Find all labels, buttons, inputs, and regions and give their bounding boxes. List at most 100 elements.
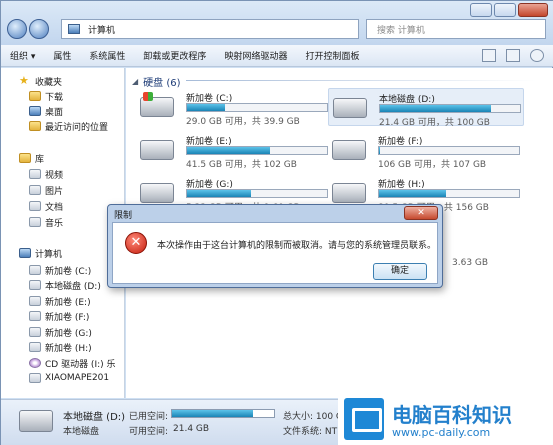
sidebar-computer[interactable]: 计算机	[19, 246, 62, 260]
site-logo: 电脑百科知识 www.pc-daily.com	[338, 394, 553, 445]
system-drive-icon	[140, 92, 174, 117]
logo-brand: 电脑百科知识	[392, 403, 512, 427]
sidebar-item-network-drive[interactable]: XIAOMAPE201	[29, 371, 109, 385]
sidebar-item-downloads[interactable]: 下载	[29, 89, 63, 103]
help-icon[interactable]	[530, 49, 544, 62]
organize-button[interactable]: 组织 ▾	[1, 49, 44, 62]
uninstall-button[interactable]: 卸载或更改程序	[134, 49, 215, 62]
map-drive-button[interactable]: 映射网络驱动器	[215, 49, 296, 62]
sidebar-label: 新加卷 (G:)	[45, 328, 92, 339]
sidebar-label: 库	[35, 154, 45, 165]
system-properties-button[interactable]: 系统属性	[80, 49, 134, 62]
sidebar-label: 视频	[45, 170, 64, 181]
drive-tile[interactable]: 新加卷 (E:) 41.5 GB 可用，共 102 GB	[136, 131, 332, 170]
maximize-button[interactable]	[494, 3, 516, 17]
sidebar-libraries[interactable]: 库	[19, 151, 44, 165]
dialog-message: 本次操作由于这台计算机的限制而被取消。请与您的系统管理员联系。	[157, 241, 437, 251]
breadcrumb[interactable]: 计算机	[88, 23, 115, 36]
sidebar-item-drive-g[interactable]: 新加卷 (G:)	[29, 325, 92, 339]
desktop-icon	[29, 106, 41, 116]
capacity-bar	[186, 146, 328, 155]
drive-icon	[29, 280, 41, 290]
dialog-close-button[interactable]: ✕	[404, 206, 438, 220]
network-drive-icon	[29, 373, 41, 383]
capacity-bar	[378, 189, 520, 198]
minimize-button[interactable]	[470, 3, 492, 17]
sidebar-item-drive-d[interactable]: 本地磁盘 (D:)	[29, 278, 101, 292]
computer-icon	[19, 248, 31, 258]
drive-tile[interactable]: 新加卷 (C:) 29.0 GB 可用，共 39.9 GB	[136, 88, 332, 127]
details-name: 本地磁盘 (D:)	[63, 412, 126, 423]
sidebar-label: 收藏夹	[35, 77, 63, 88]
sidebar-item-music[interactable]: 音乐	[29, 215, 63, 229]
sidebar-label: 音乐	[45, 218, 64, 229]
drive-icon	[140, 183, 174, 203]
sidebar-item-recent[interactable]: 最近访问的位置	[29, 119, 108, 133]
drive-info: 29.0 GB 可用，共 39.9 GB	[186, 117, 300, 127]
sidebar-item-videos[interactable]: 视频	[29, 167, 63, 181]
sidebar-favorites[interactable]: ★ 收藏夹	[19, 74, 62, 88]
sidebar-label: 新加卷 (C:)	[45, 266, 92, 277]
capacity-fill	[380, 105, 491, 112]
sidebar-item-cd-drive[interactable]: CD 驱动器 (I:) 乐	[29, 356, 116, 370]
drive-icon	[29, 265, 41, 275]
control-panel-button[interactable]: 打开控制面板	[296, 49, 368, 62]
drive-icon	[140, 140, 174, 160]
sidebar-item-documents[interactable]: 文档	[29, 199, 63, 213]
details-capacity-bar	[171, 409, 275, 418]
drive-icon	[29, 311, 41, 321]
capacity-bar	[378, 146, 520, 155]
properties-button[interactable]: 属性	[44, 49, 80, 62]
sidebar-item-drive-h[interactable]: 新加卷 (H:)	[29, 340, 92, 354]
group-divider	[186, 80, 536, 81]
capacity-fill	[187, 104, 225, 111]
logo-url: www.pc-daily.com	[392, 426, 491, 439]
details-free-label: 可用空间:	[129, 427, 169, 437]
preview-pane-icon[interactable]	[506, 49, 520, 62]
drive-icon	[332, 140, 366, 160]
computer-icon	[68, 24, 80, 34]
error-icon: ✕	[125, 232, 147, 254]
sidebar-item-drive-e[interactable]: 新加卷 (E:)	[29, 294, 91, 308]
drive-icon	[19, 410, 53, 432]
sidebar-item-drive-c[interactable]: 新加卷 (C:)	[29, 263, 91, 277]
collapse-arrow-icon[interactable]: ◢	[132, 77, 138, 86]
view-options-icon[interactable]	[482, 49, 496, 62]
address-bar[interactable]: 计算机	[61, 19, 359, 39]
drive-info: 21.4 GB 可用，共 100 GB	[379, 118, 490, 128]
sidebar-label: CD 驱动器 (I:) 乐	[45, 359, 116, 370]
capacity-fill	[187, 190, 252, 197]
forward-button[interactable]	[29, 19, 49, 39]
sidebar-item-drive-f[interactable]: 新加卷 (F:)	[29, 309, 89, 323]
drive-info: 41.5 GB 可用，共 102 GB	[186, 160, 297, 170]
sidebar-label: 本地磁盘 (D:)	[45, 281, 101, 292]
view-controls	[482, 49, 544, 62]
star-icon: ★	[19, 74, 29, 87]
recent-places-icon	[29, 121, 41, 131]
window-controls	[470, 3, 548, 17]
details-used-label: 已用空间:	[129, 412, 169, 422]
sidebar-label: 文档	[45, 202, 64, 213]
back-button[interactable]	[7, 19, 27, 39]
drive-tile[interactable]: 本地磁盘 (D:) 21.4 GB 可用，共 100 GB	[328, 88, 524, 128]
sidebar-item-desktop[interactable]: 桌面	[29, 104, 63, 118]
restriction-dialog: 限制 ✕ ✕ 本次操作由于这台计算机的限制而被取消。请与您的系统管理员联系。 确…	[107, 204, 443, 288]
drive-info: 106 GB 可用，共 107 GB	[378, 160, 487, 170]
sidebar-item-pictures[interactable]: 图片	[29, 183, 63, 197]
ok-button[interactable]: 确定	[373, 263, 427, 280]
details-type: 本地磁盘	[63, 427, 100, 437]
drive-info: 3.63 GB	[452, 258, 489, 268]
close-window-button[interactable]	[518, 3, 548, 17]
search-input[interactable]: 搜索 计算机	[366, 19, 546, 39]
drive-tile[interactable]: 新加卷 (F:) 106 GB 可用，共 107 GB	[328, 131, 524, 170]
document-icon	[29, 201, 41, 211]
capacity-fill	[187, 147, 270, 154]
sidebar-label: 图片	[45, 186, 64, 197]
capacity-bar	[186, 103, 328, 112]
library-icon	[19, 153, 31, 163]
folder-icon	[29, 91, 41, 101]
group-header[interactable]: ◢ 硬盘 (6)	[132, 74, 181, 89]
drive-icon	[333, 98, 367, 118]
picture-icon	[29, 185, 41, 195]
sidebar-label: 新加卷 (F:)	[45, 312, 90, 323]
